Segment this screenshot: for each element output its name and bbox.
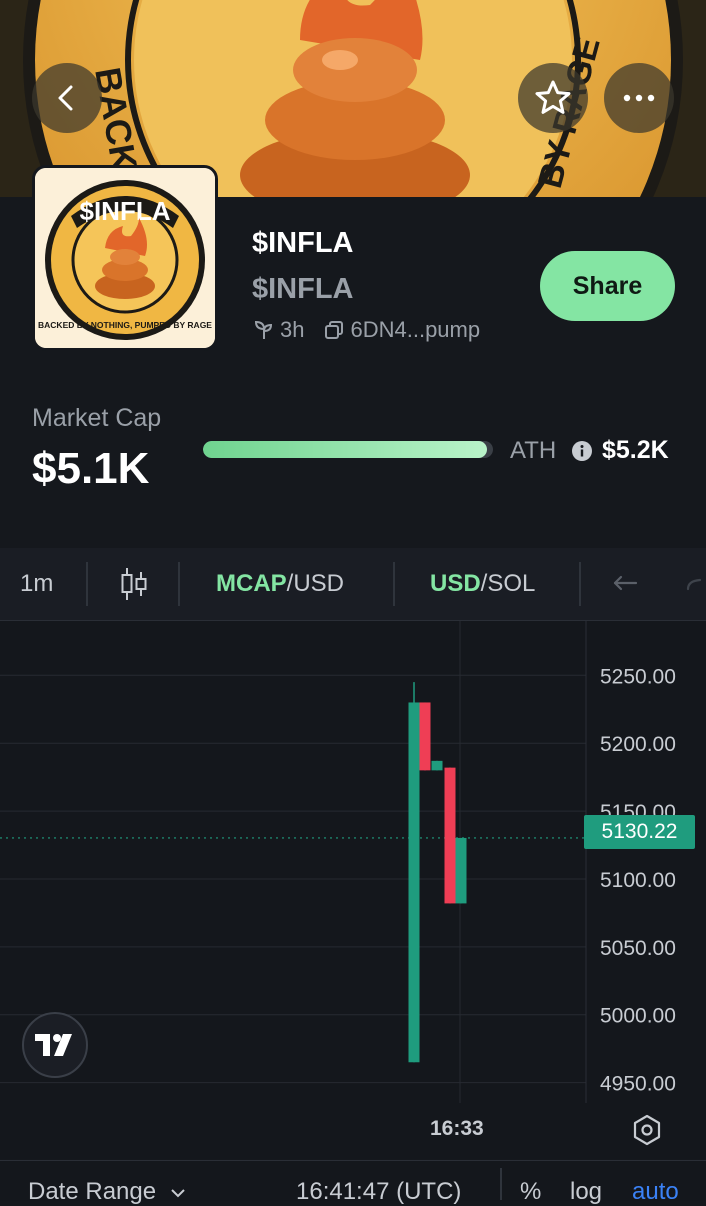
logo-subtitle: BACKED BY NOTHING, PUMPED BY RAGE [38, 320, 212, 330]
candle-body [444, 767, 456, 904]
ath-label: ATH [510, 437, 557, 464]
token-logo: $INFLA BACKED BY NOTHING, PUMPED BY RAGE [32, 165, 218, 351]
log-toggle[interactable]: log [570, 1178, 602, 1206]
settings-icon[interactable] [630, 1113, 664, 1147]
candle-body [408, 702, 420, 1063]
current-price-label: 5130.22 [584, 815, 695, 849]
usd-sol-toggle[interactable]: USD/SOL [430, 548, 535, 620]
token-age: 3h [280, 317, 305, 342]
y-tick-label: 5000.00 [600, 1005, 676, 1028]
mcap-usd-toggle[interactable]: MCAP/USD [216, 548, 344, 620]
candle-body [419, 702, 431, 771]
tradingview-logo[interactable] [22, 1012, 88, 1078]
candle-body [455, 837, 467, 904]
more-horizontal-icon [623, 94, 655, 102]
redo-icon [686, 578, 702, 591]
logo-title: $INFLA [80, 196, 171, 226]
token-meta: 3h 6DN4...pump [252, 315, 480, 345]
favorite-button[interactable] [518, 63, 588, 133]
chevron-down-icon [171, 1189, 185, 1198]
tradingview-icon [35, 1034, 72, 1056]
candle-body [431, 760, 443, 771]
more-options-button[interactable] [604, 63, 674, 133]
copy-icon[interactable] [322, 318, 346, 342]
time-axis-label: 16:33 [430, 1117, 484, 1140]
share-button[interactable]: Share [540, 251, 675, 321]
ath-progress-fill [203, 441, 488, 458]
percent-toggle[interactable]: % [520, 1178, 541, 1206]
chart-toolbar: 1m MCAP/USD USD/SOL [0, 548, 706, 621]
interval-selector[interactable]: 1m [20, 548, 53, 620]
market-cap-value: $5.1K [32, 444, 150, 493]
info-icon[interactable] [571, 440, 593, 462]
ath-progress-bar [203, 441, 493, 458]
price-chart[interactable]: 5250.00 5200.00 5150.00 5100.00 5050.00 5000.… [0, 621, 706, 1103]
token-logo-image: $INFLA BACKED BY NOTHING, PUMPED BY RAGE [35, 168, 215, 348]
chart-type-button[interactable] [118, 548, 150, 620]
auto-toggle[interactable]: auto [632, 1178, 679, 1206]
y-tick-label: 5200.00 [600, 733, 676, 756]
date-range-selector[interactable]: Date Range [28, 1178, 187, 1206]
token-symbol: $INFLA [252, 273, 354, 305]
time-axis [0, 1103, 706, 1159]
token-address[interactable]: 6DN4...pump [350, 317, 480, 343]
candles-icon [121, 568, 147, 600]
ath-value: $5.2K [602, 436, 669, 464]
y-tick-label: 5050.00 [600, 937, 676, 960]
undo-button[interactable] [612, 548, 640, 620]
y-tick-label: 5250.00 [600, 665, 676, 688]
back-button[interactable] [32, 63, 102, 133]
redo-button[interactable] [684, 548, 706, 620]
chevron-left-icon [58, 85, 73, 111]
y-tick-label: 4950.00 [600, 1073, 676, 1096]
undo-icon [613, 575, 638, 591]
sprout-icon [252, 318, 276, 342]
star-icon [535, 80, 571, 114]
token-name: $INFLA [252, 227, 354, 259]
y-tick-label: 5100.00 [600, 869, 676, 892]
candlestick-chart: 5250.005200.005150.005100.005050.005000.… [0, 621, 676, 1103]
clock-time: 16:41:47 (UTC) [296, 1178, 462, 1205]
market-cap-label: Market Cap [32, 404, 162, 432]
